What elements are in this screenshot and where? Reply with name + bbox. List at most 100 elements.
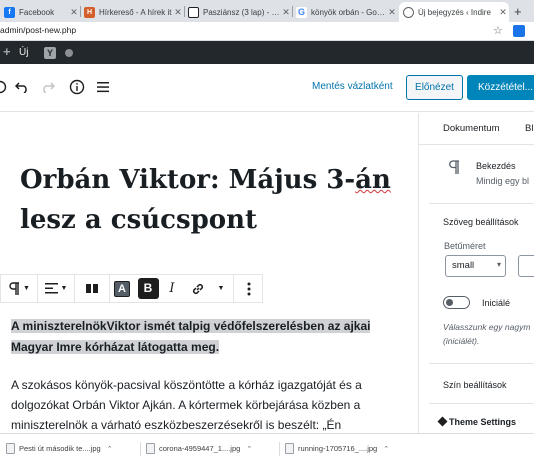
paragraph-icon <box>9 281 20 295</box>
download-item[interactable]: Pesti út második te....jpg ⌃ <box>6 440 113 457</box>
image-file-icon <box>285 443 294 454</box>
browser-tab-hirkereso[interactable]: H Hírkereső - A hírek it ✕ <box>80 2 184 22</box>
plus-icon[interactable]: + <box>3 44 11 59</box>
chevron-down-icon: ▾ <box>496 260 501 269</box>
new-tab-icon[interactable]: + <box>514 4 522 19</box>
browser-tab-paszians[interactable]: Pasziánsz (3 lap) - Pos ✕ <box>184 2 292 22</box>
extension-icon[interactable] <box>513 25 525 37</box>
tab-title: könyök orbán - Googl <box>311 7 386 17</box>
close-tab-icon[interactable]: ✕ <box>172 7 184 18</box>
seo-status-dot-icon <box>65 49 73 57</box>
block-card-title: Bekezdés <box>476 161 516 171</box>
text-color-button[interactable]: A <box>110 275 134 302</box>
font-size-label: Betűméret <box>444 241 486 251</box>
toggle-knob <box>446 299 453 306</box>
tab-title: Facebook <box>19 7 55 17</box>
undo-icon[interactable] <box>15 81 29 93</box>
paragraph-block-icon <box>449 160 459 174</box>
chevron-up-icon[interactable]: ⌃ <box>107 445 113 453</box>
address-bar: admin/post-new.php ☆ <box>0 22 534 41</box>
font-size-value: small <box>452 260 475 271</box>
image-file-icon <box>146 443 155 454</box>
browser-tab-new-post[interactable]: Új bejegyzés ‹ Indire ✕ <box>399 2 509 22</box>
page-favicon-icon <box>188 6 199 18</box>
columns-icon <box>86 284 98 293</box>
font-size-select[interactable]: small ▾ <box>445 255 506 277</box>
post-title[interactable]: Orbán Viktor: Május 3-án lesz a csúcspon… <box>20 160 410 240</box>
drop-cap-label: Iniciálé <box>482 298 511 308</box>
hirkereso-favicon-icon: H <box>84 6 95 18</box>
admin-new-link[interactable]: Új <box>19 47 28 58</box>
text-color-icon: A <box>114 280 130 297</box>
divider <box>429 403 534 404</box>
align-button[interactable]: ▼ <box>38 275 74 302</box>
chevron-up-icon[interactable]: ⌃ <box>383 445 389 453</box>
download-item[interactable]: running-1705716_....jpg ⌃ <box>285 440 389 457</box>
spellcheck-marked-text: án <box>355 165 391 195</box>
sidebar-tabs: Dokumentum Bl <box>419 113 534 145</box>
align-left-icon <box>44 283 58 294</box>
wordpress-favicon-icon <box>403 6 414 18</box>
yoast-icon[interactable]: Y <box>44 47 56 59</box>
link-icon <box>192 283 204 294</box>
download-filename: corona-4959447_1....jpg <box>159 444 241 453</box>
color-settings-panel-toggle[interactable]: Szín beállítások <box>443 380 507 390</box>
block-navigation-icon[interactable] <box>95 79 111 95</box>
browser-tab-strip: f Facebook ✕ H Hírkereső - A hírek it ✕ … <box>0 0 534 22</box>
chevron-down-icon: ▼ <box>60 285 68 292</box>
italic-icon: I <box>169 281 175 296</box>
divider <box>429 203 534 204</box>
body-paragraph[interactable]: A szokásos könyök-pacsival köszöntötte a… <box>11 375 397 433</box>
theme-settings-panel-toggle[interactable]: Theme Settings <box>449 417 516 427</box>
image-file-icon <box>6 443 15 454</box>
settings-sidebar: Dokumentum Bl Bekezdés Mindig egy bl Szö… <box>418 113 534 433</box>
download-item[interactable]: corona-4959447_1....jpg ⌃ <box>146 440 252 457</box>
info-circle-partial-icon[interactable] <box>0 80 7 94</box>
columns-button[interactable] <box>75 275 109 302</box>
bookmark-star-icon[interactable]: ☆ <box>493 24 503 37</box>
url-field[interactable]: admin/post-new.php <box>0 25 76 35</box>
text-settings-panel-toggle[interactable]: Szöveg beállítások <box>443 217 519 227</box>
divider <box>429 363 534 364</box>
bold-icon: B <box>137 278 159 299</box>
italic-button[interactable]: I <box>161 275 183 302</box>
browser-tab-google[interactable]: G könyök orbán - Googl ✕ <box>292 2 398 22</box>
vertical-ellipsis-icon <box>247 282 250 295</box>
tab-title: Hírkereső - A hírek it <box>99 7 172 17</box>
tab-document[interactable]: Dokumentum <box>443 123 500 134</box>
editor-content: Orbán Viktor: Május 3-án lesz a csúcspon… <box>0 113 418 433</box>
bold-button[interactable]: B <box>137 275 159 302</box>
info-icon[interactable] <box>69 79 85 95</box>
tab-title: Pasziánsz (3 lap) - Pos <box>203 7 280 17</box>
drop-cap-toggle[interactable] <box>443 296 470 309</box>
block-card-description: Mindig egy bl <box>476 176 530 186</box>
download-filename: running-1705716_....jpg <box>298 444 378 453</box>
close-tab-icon[interactable]: ✕ <box>497 7 509 18</box>
close-tab-icon[interactable]: ✕ <box>280 7 292 18</box>
editor-header: Mentés vázlatként Előnézet Közzététel... <box>0 64 534 112</box>
publish-button[interactable]: Közzététel... <box>467 75 534 100</box>
redo-icon[interactable] <box>41 81 55 93</box>
browser-tab-facebook[interactable]: f Facebook ✕ <box>0 2 80 22</box>
close-tab-icon[interactable]: ✕ <box>386 7 398 18</box>
paragraph-transform-button[interactable]: ▼ <box>1 275 37 302</box>
more-formats-chevron-icon[interactable]: ▼ <box>213 275 229 302</box>
wp-admin-bar: + Új Y <box>0 41 534 64</box>
save-draft-button[interactable]: Mentés vázlatként <box>312 81 393 92</box>
tab-title: Új bejegyzés ‹ Indire <box>418 7 491 17</box>
block-toolbar: ▼ ▼ A B I ▼ <box>0 274 263 303</box>
more-options-button[interactable] <box>234 275 263 302</box>
tab-block[interactable]: Bl <box>525 123 533 134</box>
chevron-up-icon[interactable]: ⌃ <box>246 445 252 453</box>
preview-button[interactable]: Előnézet <box>406 75 463 100</box>
drop-cap-help: Válasszunk egy nagym (iniciálét). <box>443 322 531 346</box>
google-favicon-icon: G <box>296 6 307 18</box>
lead-paragraph[interactable]: A miniszterelnökViktor ismét talpig védő… <box>11 316 391 358</box>
download-filename: Pesti út második te....jpg <box>19 444 101 453</box>
close-tab-icon[interactable]: ✕ <box>68 7 80 18</box>
download-bar: Pesti út második te....jpg ⌃ corona-4959… <box>0 433 534 462</box>
link-button[interactable] <box>185 275 211 302</box>
custom-font-size-input[interactable] <box>518 255 534 277</box>
theme-settings-icon <box>437 416 448 427</box>
facebook-favicon-icon: f <box>4 6 15 18</box>
